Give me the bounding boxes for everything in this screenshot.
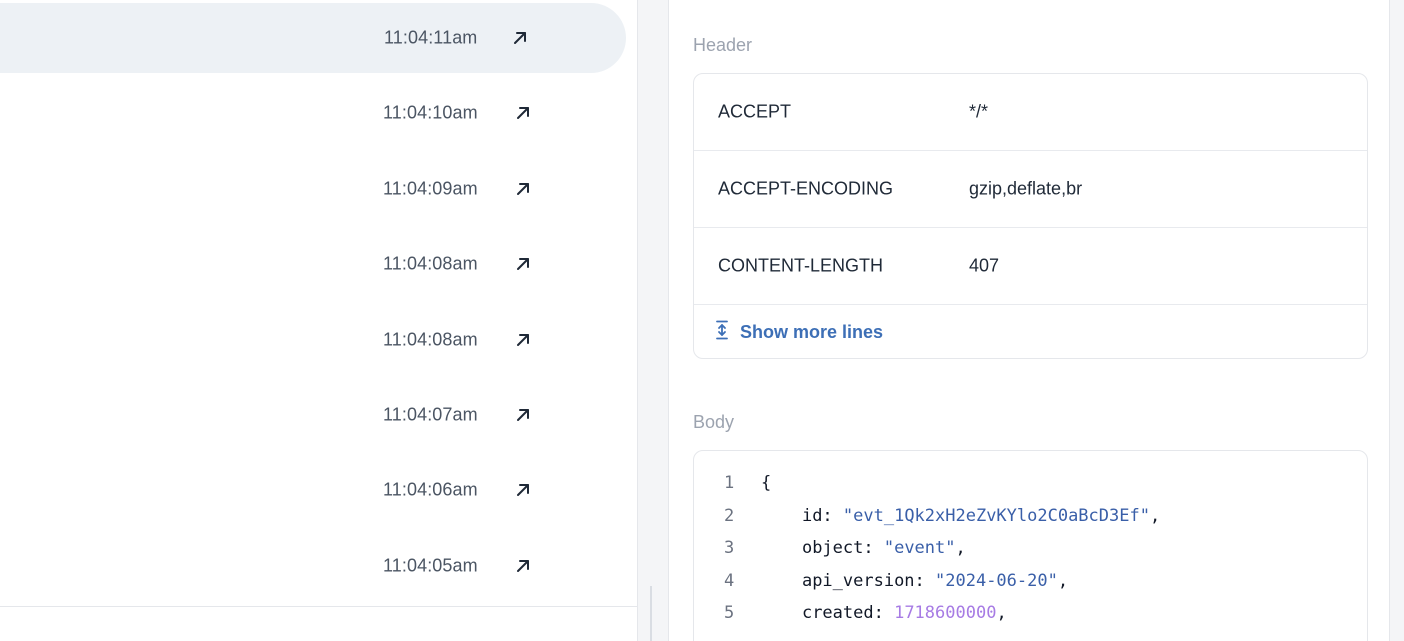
json-punctuation: , — [1057, 570, 1069, 591]
header-key: ACCEPT — [718, 101, 792, 122]
json-value: 1718600000 — [894, 603, 997, 624]
arrow-up-right-icon[interactable] — [512, 102, 534, 124]
code-text: { — [761, 473, 771, 493]
header-section-label: Header — [693, 35, 753, 55]
json-key: id: — [801, 505, 843, 526]
event-timestamp: 11:04:06am — [383, 479, 478, 500]
header-value: gzip,deflate,br — [969, 178, 1083, 199]
header-row: ACCEPT-ENCODING gzip,deflate,br — [694, 151, 1367, 228]
json-punctuation: , — [955, 538, 966, 559]
event-timestamp: 11:04:05am — [383, 555, 478, 576]
header-value: 407 — [969, 255, 1000, 276]
header-table: ACCEPT */* ACCEPT-ENCODING gzip,deflate,… — [693, 73, 1368, 359]
json-value: "2024-06-20" — [935, 570, 1058, 591]
event-timestamp: 11:04:10am — [383, 102, 478, 123]
event-timestamp: 11:04:09am — [383, 178, 478, 199]
code-line: 2 id: "evt_1Qk2xH2eZvKYlo2C0aBcD3Ef", — [694, 506, 1367, 538]
event-timestamp: 11:04:11am — [384, 27, 478, 48]
json-key: object: — [801, 538, 884, 559]
event-timestamp: 11:04:08am — [383, 329, 478, 350]
header-row: ACCEPT */* — [694, 74, 1367, 151]
json-punctuation: , — [1149, 505, 1161, 526]
code-line: 1{ — [694, 473, 1367, 505]
line-number: 2 — [724, 505, 735, 526]
event-timestamp: 11:04:08am — [383, 253, 478, 274]
json-key: created: — [801, 603, 895, 624]
app-root: 11:04:11am 11:04:10am 11:04:09am 11:04:08am… — [0, 0, 1404, 641]
line-number: 4 — [724, 570, 735, 591]
code-line: 4 api_version: "2024-06-20", — [694, 571, 1367, 603]
line-number: 3 — [724, 538, 735, 559]
header-value: */* — [969, 101, 989, 122]
body-code-viewer: 1{2 id: "evt_1Qk2xH2eZvKYlo2C0aBcD3Ef", 3… — [693, 450, 1368, 641]
code-text: created: 1718600000, — [761, 603, 1007, 623]
event-row[interactable]: 11:04:10am — [0, 78, 626, 148]
code-text: api_version: "2024-06-20", — [761, 571, 1068, 591]
header-row: CONTENT-LENGTH 407 — [694, 228, 1367, 305]
event-row[interactable]: 11:04:08am — [0, 305, 626, 375]
json-punctuation: , — [996, 603, 1007, 624]
arrow-up-right-icon[interactable] — [512, 178, 534, 200]
event-timestamp: 11:04:07am — [383, 404, 478, 425]
json-value: "evt_1Qk2xH2eZvKYlo2C0aBcD3Ef" — [842, 505, 1150, 526]
arrow-up-right-icon[interactable] — [512, 329, 534, 351]
event-row[interactable]: 11:04:07am — [0, 380, 626, 450]
header-key: CONTENT-LENGTH — [718, 255, 884, 276]
body-section-label: Body — [693, 412, 735, 432]
arrow-up-right-icon[interactable] — [512, 253, 534, 275]
code-text: object: "event", — [761, 538, 966, 558]
event-row[interactable]: 11:04:06am — [0, 455, 626, 525]
json-key: api_version: — [801, 570, 936, 591]
events-list-panel: 11:04:11am 11:04:10am 11:04:09am 11:04:08am… — [0, 0, 638, 641]
code-line: 3 object: "event", — [694, 538, 1367, 570]
event-row[interactable]: 11:04:11am — [0, 3, 626, 73]
event-row[interactable]: 11:04:08am — [0, 229, 626, 299]
expand-vertical-icon — [716, 320, 728, 345]
arrow-up-right-icon[interactable] — [512, 479, 534, 501]
code-text: id: "evt_1Qk2xH2eZvKYlo2C0aBcD3Ef", — [761, 506, 1160, 526]
arrow-up-right-icon[interactable] — [509, 27, 531, 49]
arrow-up-right-icon[interactable] — [512, 555, 534, 577]
code-line: 5 created: 1718600000, — [694, 603, 1367, 635]
event-row[interactable]: 11:04:09am — [0, 154, 626, 224]
event-detail-panel: Header ACCEPT */* ACCEPT-ENCODING gzip,d… — [668, 0, 1390, 641]
divider — [0, 606, 638, 607]
arrow-up-right-icon[interactable] — [512, 404, 534, 426]
show-more-label: Show more lines — [740, 322, 884, 342]
show-more-lines-button[interactable]: Show more lines — [716, 320, 883, 345]
line-number: 5 — [724, 603, 735, 624]
scrollbar[interactable] — [650, 586, 652, 641]
event-row[interactable]: 11:04:05am — [0, 531, 626, 601]
header-key: ACCEPT-ENCODING — [718, 178, 894, 199]
json-value: { — [761, 473, 772, 493]
line-number: 1 — [724, 473, 735, 493]
json-value: "event" — [883, 538, 956, 559]
